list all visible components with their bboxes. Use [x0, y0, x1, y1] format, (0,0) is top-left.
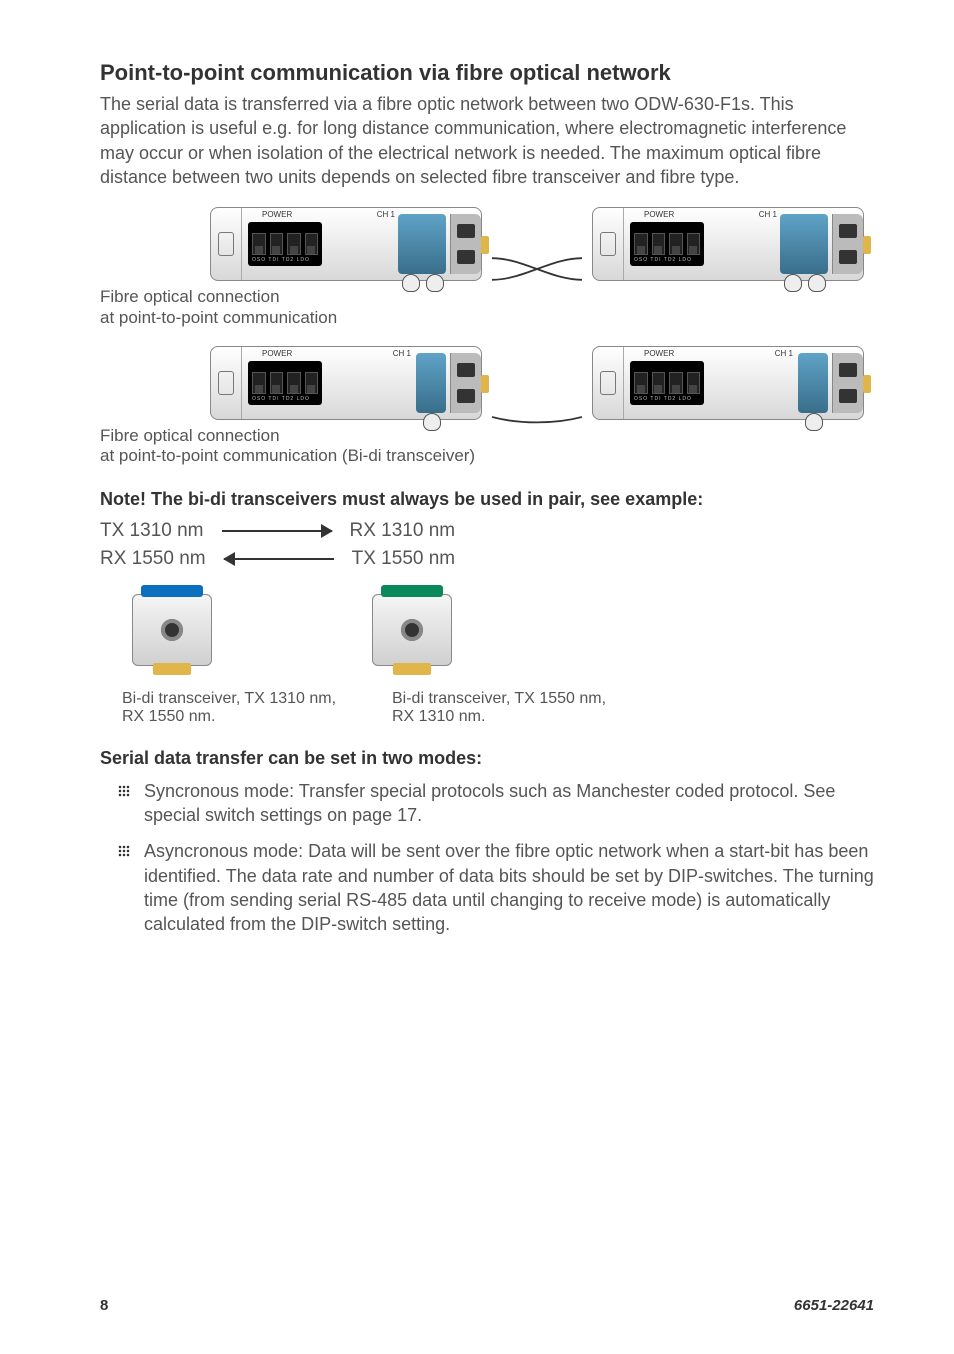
- transceiver-cap-blue: [141, 585, 203, 597]
- arrow-left-icon: [224, 558, 334, 560]
- sfp-module-bidi: [798, 353, 828, 413]
- modes-list: Syncronous mode: Transfer special protoc…: [118, 779, 874, 937]
- rx-1310-label: RX 1310 nm: [350, 520, 456, 542]
- transceiver-images: [122, 594, 874, 666]
- power-label: POWER: [644, 349, 674, 358]
- serial-connector: [832, 214, 863, 274]
- power-label: POWER: [262, 210, 292, 219]
- serial-connector: [832, 353, 863, 413]
- ch1-label: CH 1: [775, 349, 793, 358]
- fibre-port-icon: [401, 619, 423, 641]
- pair-row-1: TX 1310 nm RX 1310 nm: [100, 520, 874, 542]
- transceiver2-caption: Bi-di transceiver, TX 1550 nm, RX 1310 n…: [392, 690, 632, 726]
- tx-1310-label: TX 1310 nm: [100, 520, 204, 542]
- mode-sync: Syncronous mode: Transfer special protoc…: [118, 779, 874, 828]
- transceiver-cap-green: [381, 585, 443, 597]
- fibre-port-icon: [161, 619, 183, 641]
- diagram1-caption: Fibre optical connection at point-to-poi…: [100, 287, 874, 328]
- mode-async: Asyncronous mode: Data will be sent over…: [118, 839, 874, 936]
- rx-1550-label: RX 1550 nm: [100, 548, 206, 570]
- device-right: POWER OSO TDI TD2 LDO CH 1: [592, 346, 864, 420]
- serial-connector: [450, 214, 481, 274]
- sfp-module: [780, 214, 828, 274]
- ch1-label: CH 1: [393, 349, 411, 358]
- diagram2-caption: Fibre optical connection at point-to-poi…: [100, 426, 874, 467]
- device-right: POWER OSO TDI TD2 LDO CH 1: [592, 207, 864, 281]
- pair-row-2: RX 1550 nm TX 1550 nm: [100, 548, 874, 570]
- lock-icon: [218, 232, 234, 256]
- modes-heading: Serial data transfer can be set in two m…: [100, 748, 874, 769]
- intro-paragraph: The serial data is transferred via a fib…: [100, 92, 874, 189]
- sfp-module-bidi: [416, 353, 446, 413]
- lcd-display: POWER OSO TDI TD2 LDO: [248, 222, 322, 266]
- section-title: Point-to-point communication via fibre o…: [100, 60, 874, 86]
- serial-connector: [450, 353, 481, 413]
- page-footer: 8 6651-22641: [100, 1297, 874, 1314]
- transceiver1-caption: Bi-di transceiver, TX 1310 nm, RX 1550 n…: [122, 690, 362, 726]
- note-heading: Note! The bi-di transceivers must always…: [100, 489, 874, 510]
- ch1-label: CH 1: [759, 210, 777, 219]
- fibre-single-link: [492, 388, 582, 428]
- fibre-crossover-link: [492, 249, 582, 289]
- lock-icon: [600, 232, 616, 256]
- sfp-module: [398, 214, 446, 274]
- lock-icon: [600, 371, 616, 395]
- arrow-right-icon: [222, 530, 332, 532]
- device-left: POWER OSO TDI TD2 LDO CH 1: [210, 207, 482, 281]
- device-left: POWER OSO TDI TD2 LDO CH 1: [210, 346, 482, 420]
- power-label: POWER: [644, 210, 674, 219]
- tx-1550-label: TX 1550 nm: [352, 548, 456, 570]
- ch1-label: CH 1: [377, 210, 395, 219]
- transceiver-1310: [122, 594, 222, 666]
- page-number: 8: [100, 1297, 108, 1314]
- document-id: 6651-22641: [794, 1297, 874, 1314]
- transceiver-1550: [362, 594, 462, 666]
- power-label: POWER: [262, 349, 292, 358]
- diagram-ptp-dual-fibre: POWER OSO TDI TD2 LDO CH 1 POWER OS: [100, 207, 874, 281]
- lcd-display: POWER OSO TDI TD2 LDO: [248, 361, 322, 405]
- lcd-display: POWER OSO TDI TD2 LDO: [630, 361, 704, 405]
- lcd-display: POWER OSO TDI TD2 LDO: [630, 222, 704, 266]
- lock-icon: [218, 371, 234, 395]
- diagram-ptp-bidi: POWER OSO TDI TD2 LDO CH 1 POWER OSO TDI…: [100, 346, 874, 420]
